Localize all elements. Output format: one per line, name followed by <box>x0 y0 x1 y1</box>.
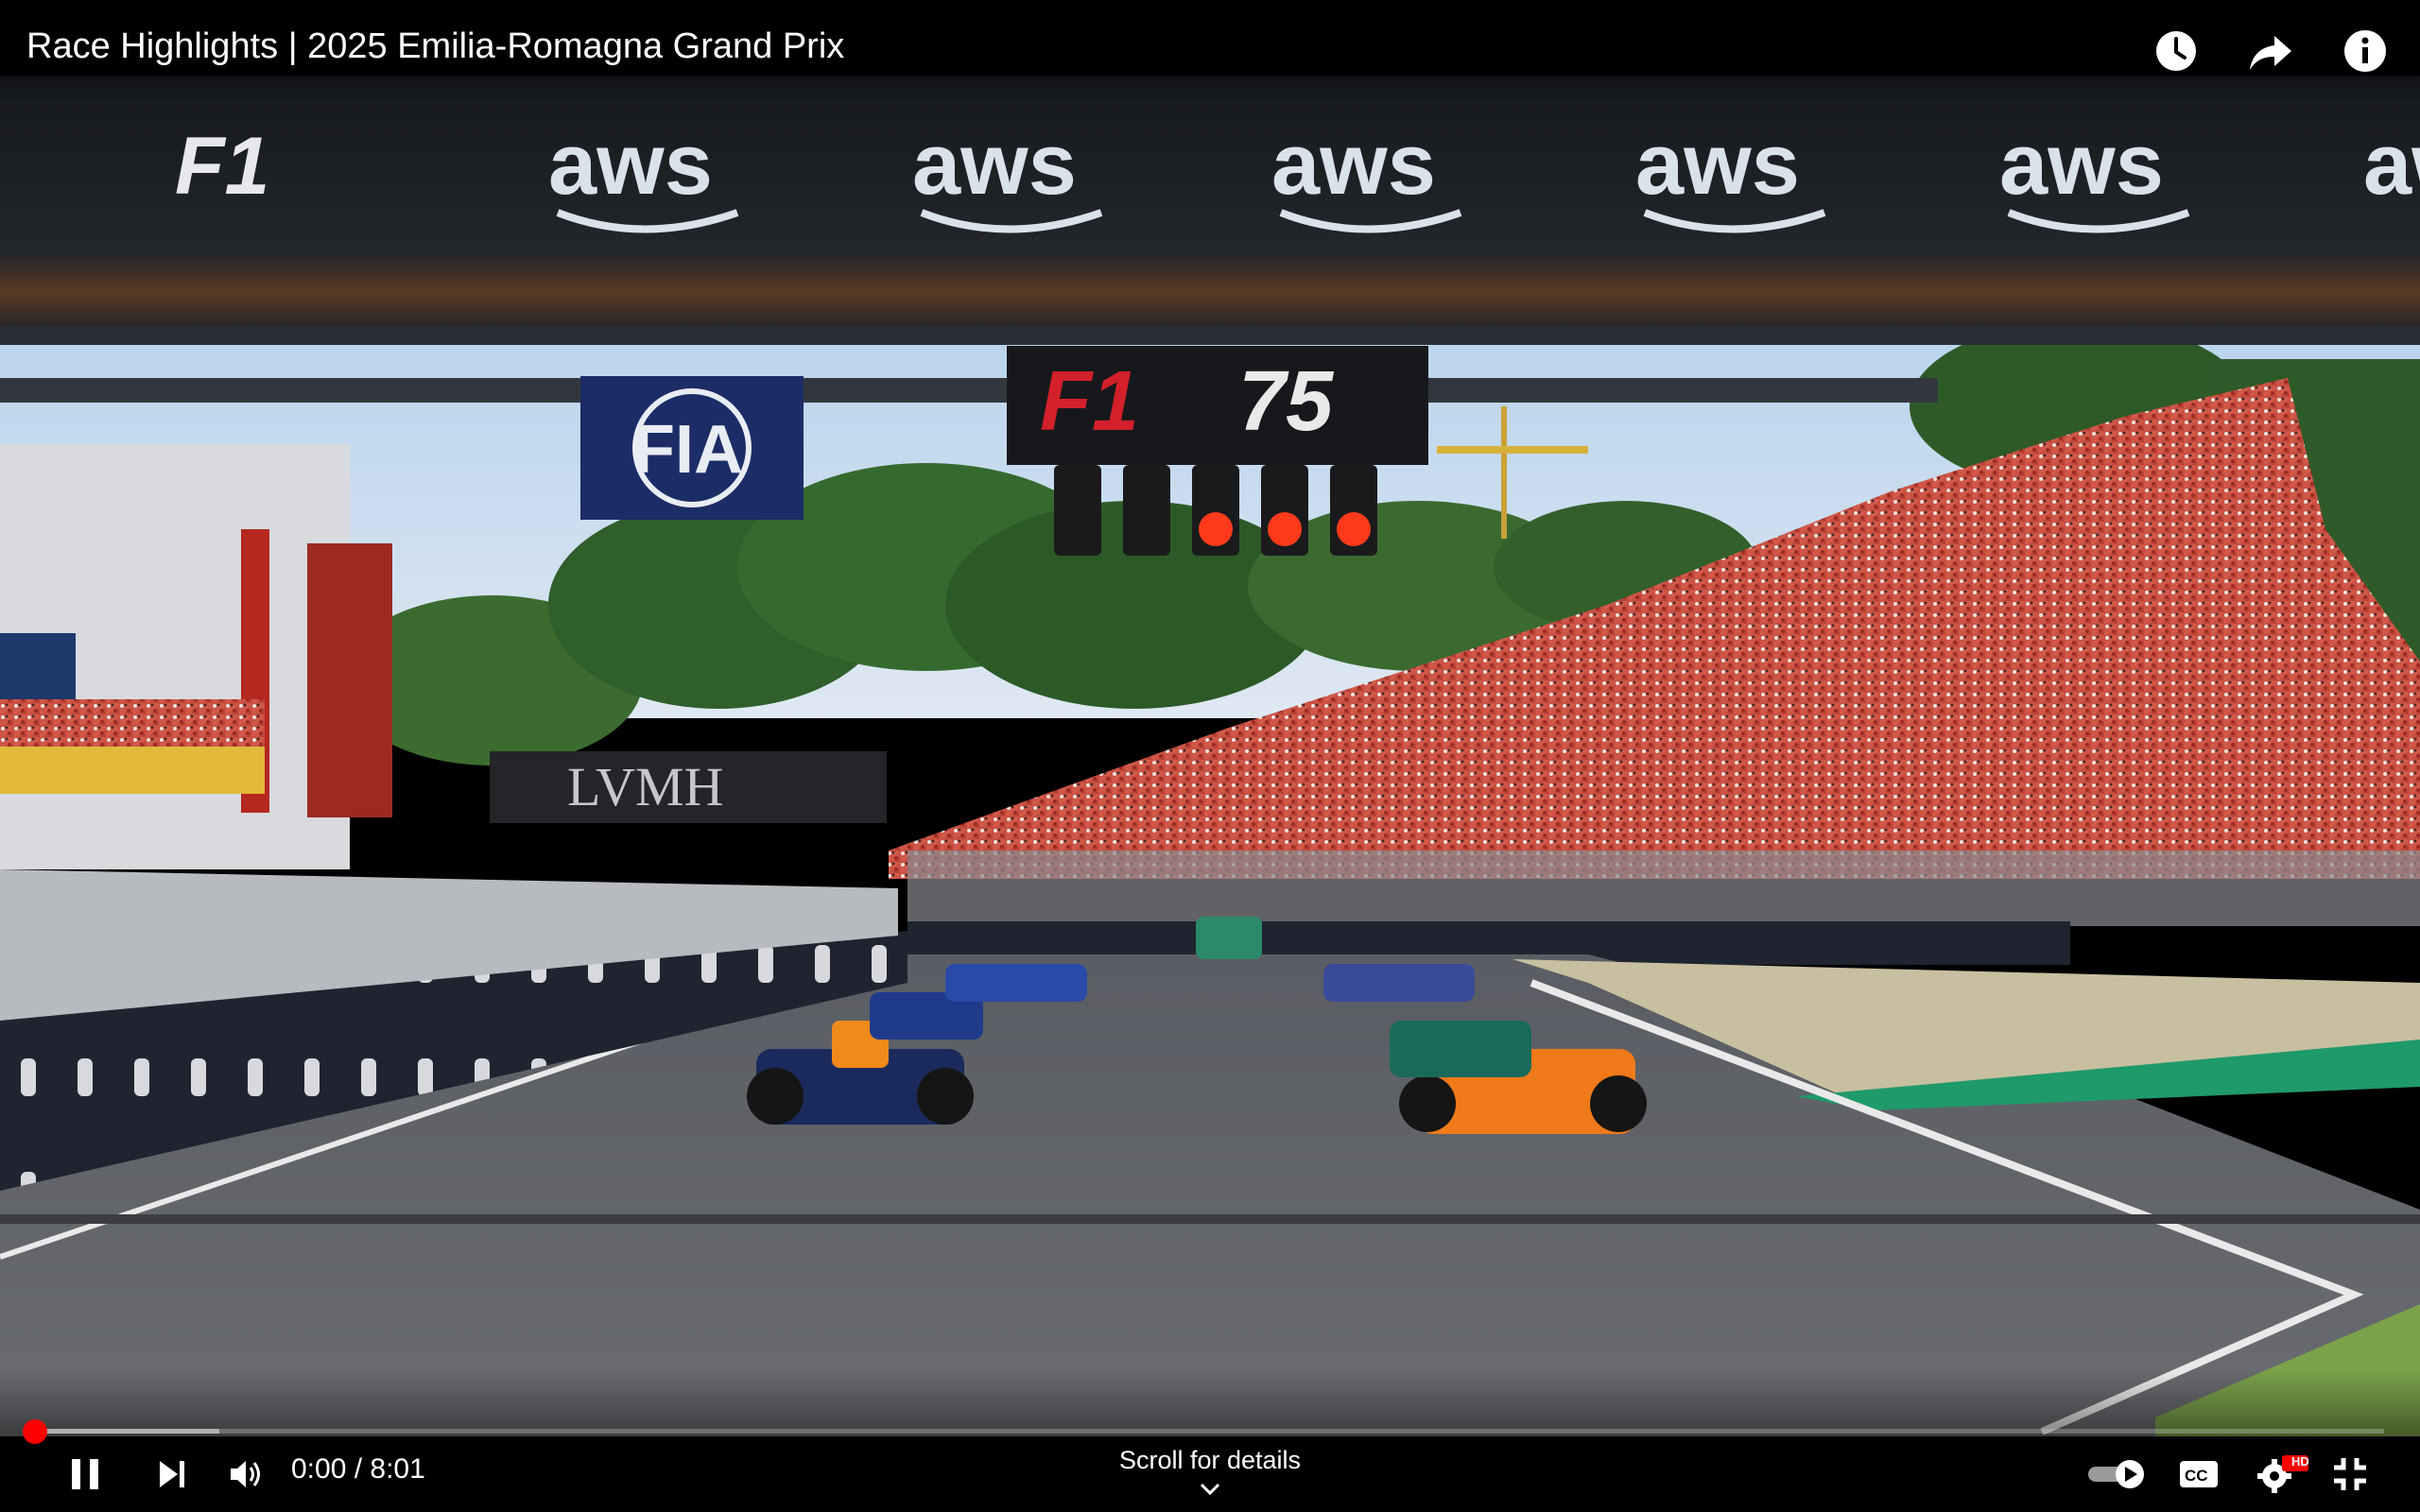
chevron-down-icon[interactable] <box>1199 1482 1221 1497</box>
exit-fullscreen-icon <box>2334 1458 2366 1490</box>
svg-text:aws: aws <box>1271 116 1436 213</box>
skip-next-icon <box>160 1461 184 1487</box>
pit-building <box>0 444 392 869</box>
scroll-for-details[interactable]: Scroll for details <box>1115 1446 1305 1475</box>
volume-button[interactable] <box>219 1446 272 1503</box>
svg-text:FIA: FIA <box>633 412 743 488</box>
watch-later-button[interactable] <box>2150 25 2203 77</box>
top-actions <box>2150 25 2392 77</box>
pause-icon <box>72 1459 98 1489</box>
info-button[interactable] <box>2339 25 2392 77</box>
svg-text:aws: aws <box>1635 116 1800 213</box>
pause-button[interactable] <box>59 1446 112 1503</box>
hd-badge: HD <box>2291 1454 2309 1469</box>
f1-banner-logo: F1 <box>175 121 269 212</box>
volume-icon <box>231 1461 260 1487</box>
settings-button[interactable]: HD <box>2248 1446 2316 1503</box>
autoplay-toggle[interactable] <box>2083 1446 2150 1503</box>
share-icon <box>2250 36 2291 70</box>
svg-text:75: 75 <box>1238 354 1335 449</box>
svg-text:aws: aws <box>912 116 1077 213</box>
share-button[interactable] <box>2244 25 2297 77</box>
cc-icon: CC <box>2180 1461 2218 1487</box>
clock-icon <box>2156 31 2196 71</box>
progress-bar[interactable] <box>36 1429 2384 1434</box>
top-bar: Race Highlights | 2025 Emilia-Romagna Gr… <box>0 0 2420 106</box>
f1-75-gantry: F1 75 <box>1007 346 1428 465</box>
lvmh-sign: LVMH <box>490 751 887 823</box>
info-icon <box>2344 30 2386 72</box>
svg-text:aws: aws <box>548 116 713 213</box>
svg-text:F1: F1 <box>1040 354 1139 449</box>
fia-sign: FIA <box>580 376 804 520</box>
captions-button[interactable]: CC <box>2172 1446 2225 1503</box>
svg-text:aws: aws <box>1999 116 2164 213</box>
progress-buffered <box>36 1429 219 1434</box>
video-frame[interactable]: aws aws aws aws aws aws F1 FIA F1 75 <box>0 0 2420 1512</box>
progress-scrubber[interactable] <box>23 1419 47 1444</box>
exit-fullscreen-button[interactable] <box>2324 1446 2377 1503</box>
time-display: 0:00 / 8:01 <box>291 1453 425 1485</box>
svg-text:aws: aws <box>2363 116 2420 213</box>
svg-text:CC: CC <box>2185 1467 2208 1485</box>
autoplay-toggle-icon <box>2088 1460 2144 1488</box>
svg-text:LVMH: LVMH <box>567 756 723 817</box>
video-title[interactable]: Race Highlights | 2025 Emilia-Romagna Gr… <box>26 26 844 67</box>
next-button[interactable] <box>146 1446 199 1503</box>
